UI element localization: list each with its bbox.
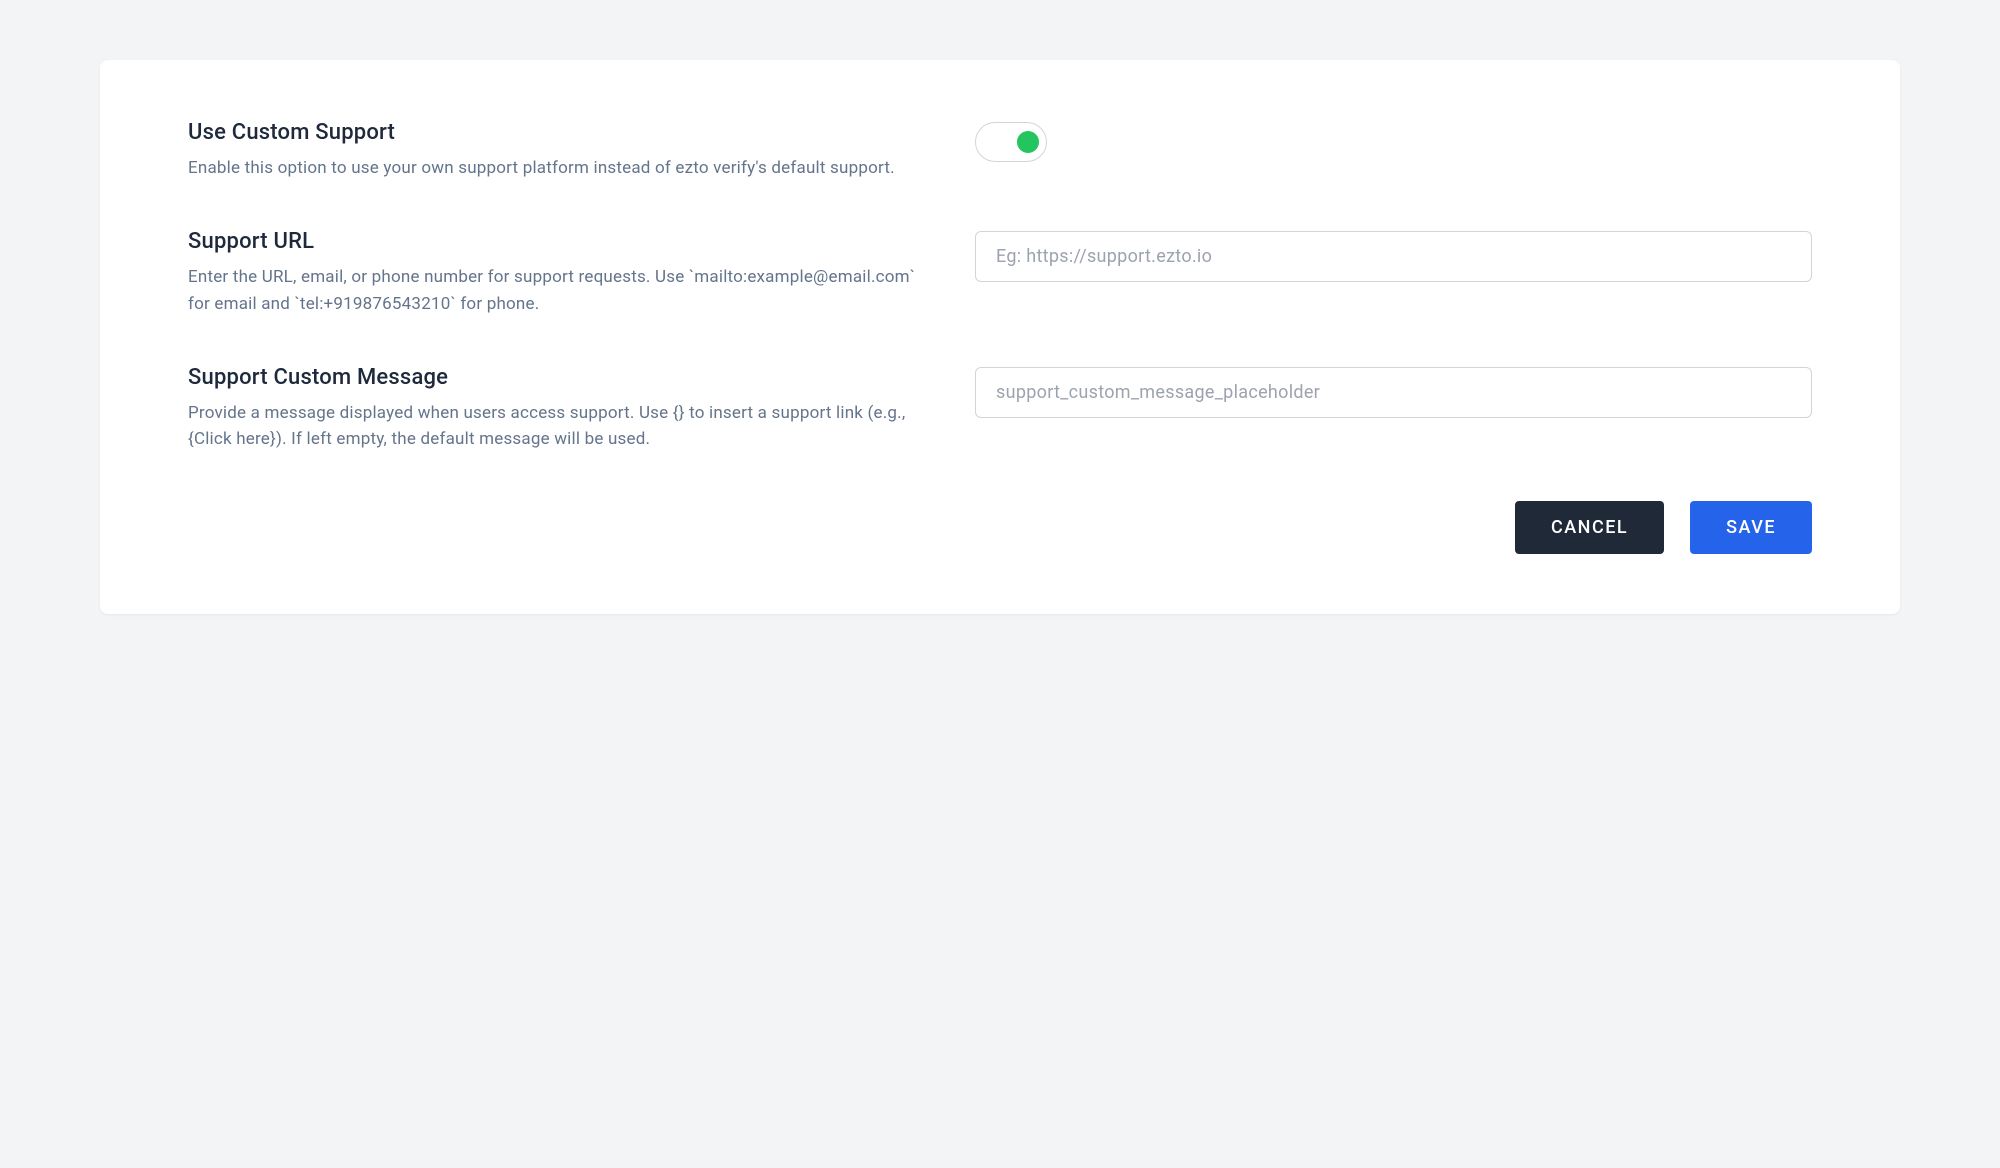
support-url-input[interactable] xyxy=(975,231,1812,282)
toggle-knob xyxy=(1017,131,1039,153)
support-url-label-col: Support URL Enter the URL, email, or pho… xyxy=(188,229,935,317)
use-custom-support-input-col xyxy=(975,120,1812,166)
settings-card: Use Custom Support Enable this option to… xyxy=(100,60,1900,614)
support-url-row: Support URL Enter the URL, email, or pho… xyxy=(188,229,1812,317)
use-custom-support-title: Use Custom Support xyxy=(188,120,935,145)
support-custom-message-input[interactable] xyxy=(975,367,1812,418)
support-url-input-col xyxy=(975,229,1812,282)
use-custom-support-row: Use Custom Support Enable this option to… xyxy=(188,120,1812,181)
support-custom-message-label-col: Support Custom Message Provide a message… xyxy=(188,365,935,453)
support-custom-message-description: Provide a message displayed when users a… xyxy=(188,400,935,453)
use-custom-support-label-col: Use Custom Support Enable this option to… xyxy=(188,120,935,181)
support-custom-message-title: Support Custom Message xyxy=(188,365,935,390)
support-custom-message-input-col xyxy=(975,365,1812,418)
support-custom-message-row: Support Custom Message Provide a message… xyxy=(188,365,1812,453)
save-button[interactable]: SAVE xyxy=(1690,501,1812,554)
support-url-description: Enter the URL, email, or phone number fo… xyxy=(188,264,935,317)
cancel-button[interactable]: CANCEL xyxy=(1515,501,1664,554)
use-custom-support-description: Enable this option to use your own suppo… xyxy=(188,155,935,181)
use-custom-support-toggle[interactable] xyxy=(975,122,1047,162)
support-url-title: Support URL xyxy=(188,229,935,254)
button-row: CANCEL SAVE xyxy=(188,501,1812,554)
